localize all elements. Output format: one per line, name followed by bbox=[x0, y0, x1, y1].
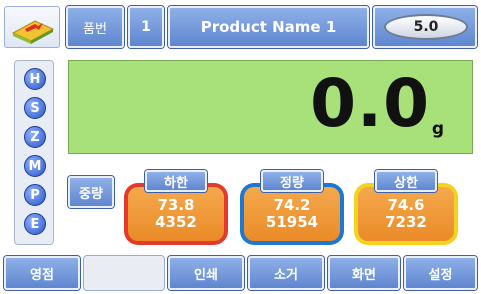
version-badge: 5.0 bbox=[384, 14, 468, 40]
logo-button[interactable] bbox=[4, 6, 60, 48]
upper-limit-count: 7232 bbox=[385, 213, 427, 231]
product-name[interactable]: Product Name 1 bbox=[168, 6, 369, 48]
print-button[interactable]: 인쇄 bbox=[168, 256, 244, 290]
side-button-z[interactable]: Z bbox=[24, 126, 46, 148]
target-value: 74.2 bbox=[273, 195, 311, 214]
target-tag: 정량 bbox=[261, 170, 323, 192]
upper-limit-tag: 상한 bbox=[375, 170, 437, 192]
upper-limit-value: 74.6 bbox=[387, 195, 425, 214]
side-button-e[interactable]: E bbox=[24, 213, 46, 235]
lower-limit-tag: 하한 bbox=[145, 170, 207, 192]
upper-limit-box[interactable]: 74.6 7232 bbox=[354, 183, 458, 245]
blank-button[interactable] bbox=[84, 256, 164, 290]
side-button-p[interactable]: P bbox=[24, 184, 46, 206]
item-no-value[interactable]: 1 bbox=[128, 6, 164, 48]
screen-button[interactable]: 화면 bbox=[328, 256, 400, 290]
target-box[interactable]: 74.2 51954 bbox=[240, 183, 344, 245]
weight-unit: g bbox=[431, 119, 444, 139]
target-count: 51954 bbox=[265, 213, 319, 231]
side-button-m[interactable]: M bbox=[24, 155, 46, 177]
lower-limit-value: 73.8 bbox=[157, 195, 195, 214]
side-button-panel: H S Z M P E bbox=[14, 60, 54, 245]
side-button-h[interactable]: H bbox=[24, 68, 46, 90]
item-no-label: 품번 bbox=[66, 6, 124, 48]
settings-button[interactable]: 설정 bbox=[404, 256, 477, 290]
weight-display: 0.0 g bbox=[68, 60, 473, 154]
side-button-s[interactable]: S bbox=[24, 97, 46, 119]
lower-limit-count: 4352 bbox=[155, 213, 197, 231]
zero-button[interactable]: 영점 bbox=[4, 256, 80, 290]
clear-button[interactable]: 소거 bbox=[248, 256, 324, 290]
product-logo-icon bbox=[11, 20, 55, 44]
weight-label-button[interactable]: 중량 bbox=[68, 176, 114, 208]
lower-limit-box[interactable]: 73.8 4352 bbox=[124, 183, 228, 245]
weight-value: 0.0 bbox=[310, 65, 430, 142]
